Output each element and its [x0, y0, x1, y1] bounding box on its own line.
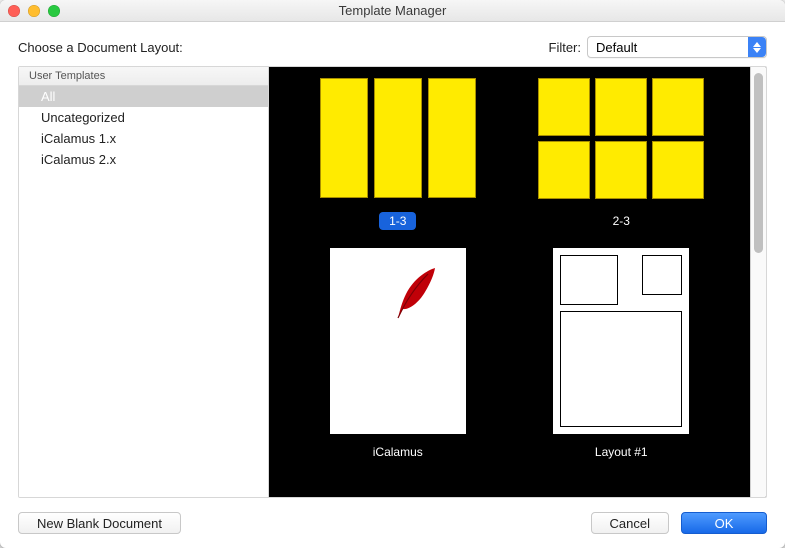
titlebar: Template Manager — [0, 0, 785, 22]
template-item[interactable]: Layout #1 — [517, 248, 727, 461]
zoom-icon[interactable] — [48, 5, 60, 17]
grid-1-3-icon — [303, 78, 493, 198]
scrollbar[interactable] — [750, 67, 766, 497]
new-blank-button[interactable]: New Blank Document — [18, 512, 181, 534]
template-item[interactable]: 1-3 — [293, 73, 503, 230]
gallery: 1-3 2-3 — [269, 67, 750, 497]
sidebar-header: User Templates — [19, 67, 268, 86]
feather-icon — [390, 266, 440, 321]
minimize-icon[interactable] — [28, 5, 40, 17]
sidebar-item-uncategorized[interactable]: Uncategorized — [19, 107, 268, 128]
content: Choose a Document Layout: Filter: Defaul… — [0, 22, 785, 548]
prompt-label: Choose a Document Layout: — [18, 40, 183, 55]
scrollbar-thumb[interactable] — [754, 73, 763, 253]
window-title: Template Manager — [0, 3, 785, 18]
sidebar: User Templates All Uncategorized iCalamu… — [19, 67, 269, 497]
window-controls — [8, 5, 60, 17]
template-label: iCalamus — [363, 443, 433, 461]
template-item[interactable]: 2-3 — [517, 73, 727, 230]
template-item[interactable]: iCalamus — [293, 248, 503, 461]
layout-icon — [553, 248, 689, 434]
template-label: 1-3 — [379, 212, 416, 230]
filter-select[interactable]: Default — [587, 36, 767, 58]
template-thumb — [526, 73, 716, 203]
page-icon — [330, 248, 466, 434]
ok-button[interactable]: OK — [681, 512, 767, 534]
filter-label: Filter: — [549, 40, 582, 55]
topbar: Choose a Document Layout: Filter: Defaul… — [18, 36, 767, 58]
close-icon[interactable] — [8, 5, 20, 17]
filter: Filter: Default — [549, 36, 768, 58]
sidebar-item-icalamus-1x[interactable]: iCalamus 1.x — [19, 128, 268, 149]
template-thumb — [526, 248, 716, 434]
window: Template Manager Choose a Document Layou… — [0, 0, 785, 548]
sidebar-item-icalamus-2x[interactable]: iCalamus 2.x — [19, 149, 268, 170]
gallery-wrap: 1-3 2-3 — [269, 67, 766, 497]
footer: New Blank Document Cancel OK — [18, 498, 767, 534]
main: User Templates All Uncategorized iCalamu… — [18, 66, 767, 498]
template-thumb — [303, 248, 493, 434]
chevron-updown-icon — [748, 37, 766, 57]
template-thumb — [303, 73, 493, 203]
grid-2-3-icon — [538, 78, 704, 199]
template-label: 2-3 — [603, 212, 640, 230]
filter-value: Default — [596, 40, 637, 55]
cancel-button[interactable]: Cancel — [591, 512, 669, 534]
sidebar-item-all[interactable]: All — [19, 86, 268, 107]
template-label: Layout #1 — [585, 443, 658, 461]
